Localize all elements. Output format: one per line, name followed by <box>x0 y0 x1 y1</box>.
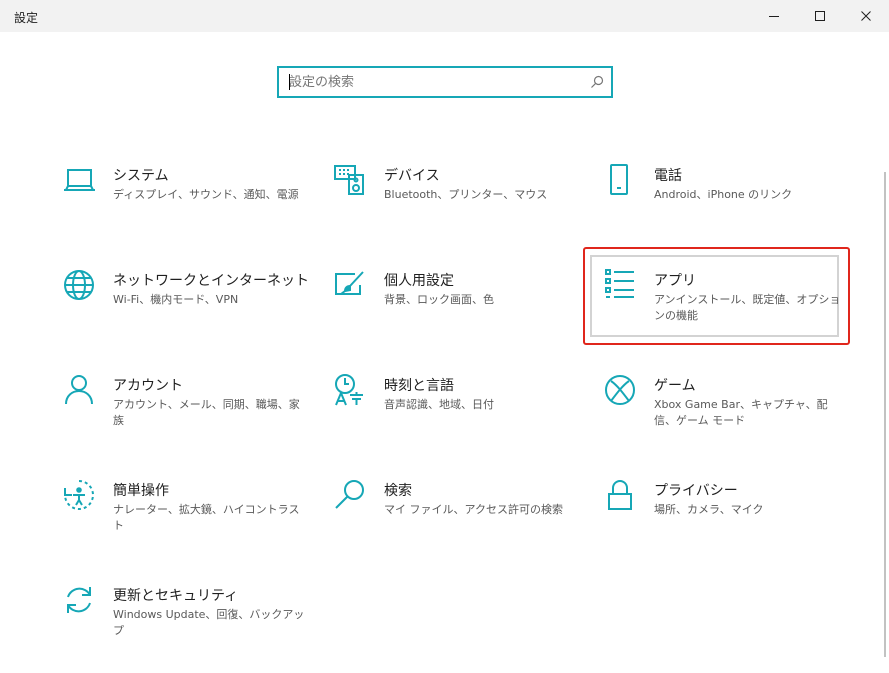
xbox-icon <box>603 373 637 407</box>
globe-icon <box>62 268 96 302</box>
tile-title: 時刻と言語 <box>384 378 454 394</box>
paint-icon <box>333 268 367 302</box>
tile-time-language[interactable]: 時刻と言語 音声認識、地域、日付 <box>333 373 577 453</box>
sync-icon <box>62 583 96 617</box>
text-caret <box>289 74 290 90</box>
tile-devices[interactable]: デバイス Bluetooth、プリンター、マウス <box>333 163 577 243</box>
tile-description: アカウント、メール、同期、職場、家族 <box>113 398 300 427</box>
ease-of-access-icon <box>62 478 96 512</box>
tile-description: Wi-Fi、機内モード、VPN <box>113 293 239 306</box>
minimize-button[interactable] <box>751 0 797 32</box>
magnifier-icon <box>333 478 367 512</box>
apps-list-icon <box>603 268 637 302</box>
tile-title: プライバシー <box>654 483 738 499</box>
tile-title: ゲーム <box>654 378 696 394</box>
tile-ease-of-access[interactable]: 簡単操作 ナレーター、拡大鏡、ハイコントラスト <box>62 478 306 558</box>
tile-description: アンインストール、既定値、オプションの機能 <box>654 293 841 322</box>
search-icon <box>590 74 604 93</box>
tile-title: アカウント <box>113 378 183 394</box>
tile-description: Xbox Game Bar、キャプチャ、配信、ゲーム モード <box>654 398 828 427</box>
person-icon <box>62 373 96 407</box>
minimize-icon <box>769 16 779 17</box>
tile-description: マイ ファイル、アクセス許可の検索 <box>384 503 563 516</box>
tile-network[interactable]: ネットワークとインターネット Wi-Fi、機内モード、VPN <box>62 268 309 348</box>
tile-title: 更新とセキュリティ <box>113 588 239 604</box>
tile-search[interactable]: 検索 マイ ファイル、アクセス許可の検索 <box>333 478 577 558</box>
tile-title: システム <box>113 168 169 184</box>
tile-description: ディスプレイ、サウンド、通知、電源 <box>113 188 299 201</box>
maximize-icon <box>815 11 825 21</box>
title-bar: 設定 <box>0 0 889 32</box>
keyboard-speaker-icon <box>333 163 367 197</box>
lock-icon <box>603 478 637 512</box>
tile-description: 音声認識、地域、日付 <box>384 398 494 411</box>
tile-title: デバイス <box>384 168 440 184</box>
tile-privacy[interactable]: プライバシー 場所、カメラ、マイク <box>603 478 847 558</box>
tile-description: 背景、ロック画面、色 <box>384 293 494 306</box>
tile-update-security[interactable]: 更新とセキュリティ Windows Update、回復、バックアップ <box>62 583 306 663</box>
tile-title: 電話 <box>654 168 682 184</box>
close-icon <box>861 11 871 21</box>
tile-title: 個人用設定 <box>384 273 454 289</box>
close-button[interactable] <box>843 0 889 32</box>
scrollbar[interactable] <box>884 172 886 657</box>
maximize-button[interactable] <box>797 0 843 32</box>
tile-title: 検索 <box>384 483 412 499</box>
time-language-icon <box>333 373 367 407</box>
search-box[interactable] <box>277 66 613 98</box>
tile-personalization[interactable]: 個人用設定 背景、ロック画面、色 <box>333 268 577 348</box>
tile-description: Windows Update、回復、バックアップ <box>113 608 305 637</box>
tile-description: Android、iPhone のリンク <box>654 188 793 201</box>
tile-description: 場所、カメラ、マイク <box>654 503 764 516</box>
tile-description: Bluetooth、プリンター、マウス <box>384 188 548 201</box>
tile-gaming[interactable]: ゲーム Xbox Game Bar、キャプチャ、配信、ゲーム モード <box>603 373 847 453</box>
tile-title: ネットワークとインターネット <box>113 273 309 289</box>
search-input[interactable] <box>279 68 589 96</box>
tile-title: アプリ <box>654 273 696 289</box>
tile-system[interactable]: システム ディスプレイ、サウンド、通知、電源 <box>62 163 306 243</box>
tile-title: 簡単操作 <box>113 483 169 499</box>
tile-description: ナレーター、拡大鏡、ハイコントラスト <box>113 503 300 532</box>
window-title: 設定 <box>14 11 39 25</box>
tile-apps[interactable]: アプリ アンインストール、既定値、オプションの機能 <box>603 268 847 348</box>
tile-phone[interactable]: 電話 Android、iPhone のリンク <box>603 163 847 243</box>
tile-accounts[interactable]: アカウント アカウント、メール、同期、職場、家族 <box>62 373 306 453</box>
laptop-icon <box>62 163 96 197</box>
phone-icon <box>603 163 637 197</box>
